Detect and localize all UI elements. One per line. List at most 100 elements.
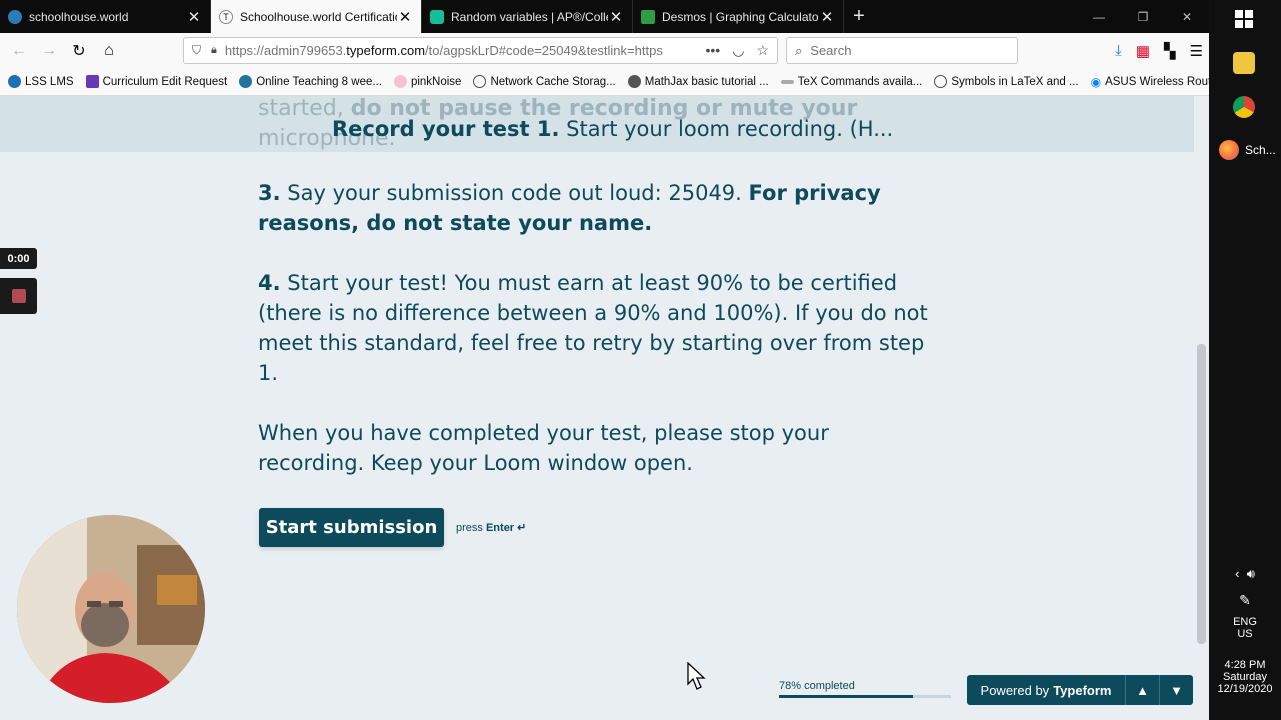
form-icon (85, 75, 99, 88)
desmos-icon (641, 9, 655, 24)
reload-icon[interactable]: ↻ (64, 36, 94, 66)
volume-icon[interactable]: 🔊︎ (1247, 566, 1255, 581)
pen-icon[interactable]: ✎ (1209, 592, 1281, 609)
webcam-bubble[interactable] (17, 515, 205, 703)
lang-label: ENG (1233, 616, 1257, 628)
chrome-icon[interactable] (1233, 96, 1255, 118)
progress-indicator: 78% completed (779, 680, 951, 698)
apps-icon[interactable]: ▚ (1164, 42, 1176, 60)
press-label: press (456, 522, 483, 534)
bookmark-label: LSS LMS (25, 75, 74, 88)
taskbar-firefox[interactable]: Sch... (1219, 140, 1276, 160)
tray-language[interactable]: ENG US (1209, 616, 1281, 640)
tab-bar: schoolhouse.world ✕ T Schoolhouse.world … (0, 0, 1209, 33)
close-window-icon[interactable]: ✕ (1165, 0, 1209, 33)
faded-text: started, (258, 96, 344, 121)
url-text[interactable]: https://admin799653.typeform.com/to/agps… (225, 43, 675, 58)
progress-fill (779, 695, 914, 698)
search-placeholder: Search (810, 43, 852, 58)
scrollbar[interactable] (1194, 96, 1209, 720)
pocket-icon[interactable]: ◡ (732, 42, 744, 59)
toolbar-right: ⤓ ▦ ▚ ☰ (1115, 37, 1203, 64)
step-text: Start your test! You must earn at least … (258, 271, 928, 385)
forward-icon[interactable]: → (34, 36, 64, 66)
bookmark-label: MathJax basic tutorial ... (644, 75, 769, 88)
tab-schoolhouse[interactable]: schoolhouse.world ✕ (0, 0, 211, 33)
chevron-down-icon[interactable]: ▼ (1159, 675, 1193, 705)
step-number: 4. (258, 271, 281, 295)
loom-timer: 0:00 (0, 248, 37, 269)
tray-clock[interactable]: 4:28 PM Saturday 12/19/2020 (1209, 659, 1281, 695)
typeform-brand: Typeform (1053, 682, 1112, 698)
chevron-up-icon[interactable]: ▲ (1125, 675, 1159, 705)
bookmark-label: Online Teaching 8 wee... (256, 75, 382, 88)
tab-title: Random variables | AP®/College (451, 9, 608, 24)
bookmark-item[interactable]: ◉ ASUS Wireless Router (1091, 75, 1222, 89)
windows-start-icon[interactable] (1235, 10, 1253, 28)
more-icon[interactable]: ••• (706, 42, 721, 59)
clock-day: Saturday (1222, 671, 1268, 683)
restore-icon[interactable]: ❐ (1121, 0, 1165, 33)
url-bar[interactable]: ⛉ 🔒︎ https://admin799653.typeform.com/to… (183, 37, 778, 64)
bookmark-label: ASUS Wireless Router (1105, 75, 1222, 88)
webcam-person-image (17, 515, 205, 703)
bookmark-item[interactable]: Curriculum Edit Request (85, 75, 228, 88)
loom-stop-button[interactable] (0, 278, 37, 314)
tray-icons: ‹ 🔊︎ (1209, 566, 1281, 582)
download-icon[interactable]: ⤓ (1115, 42, 1122, 59)
current-question[interactable]: Record your test 1. Start your loom reco… (332, 117, 893, 141)
close-icon[interactable]: ✕ (397, 8, 413, 26)
home-icon[interactable]: ⌂ (94, 36, 124, 66)
bookmark-item[interactable]: TeX Commands availa... (780, 76, 922, 88)
globe-icon (934, 75, 948, 88)
step-4: 4. Start your test! You must earn at lea… (258, 268, 928, 388)
tex-icon (780, 79, 794, 84)
new-tab-button[interactable]: + (844, 0, 874, 33)
stop-icon (11, 289, 26, 303)
step-number: 3. (258, 181, 281, 205)
start-submission-button[interactable]: Start submission (259, 508, 444, 547)
close-icon[interactable]: ✕ (819, 8, 835, 26)
url-tools: ••• ◡ ☆ (706, 42, 770, 59)
file-explorer-icon[interactable] (1233, 52, 1255, 74)
gear-icon (627, 75, 641, 88)
powered-by-link[interactable]: Powered by Typeform (967, 675, 1125, 705)
wordpress-icon (239, 75, 253, 88)
progress-track (779, 695, 951, 698)
menu-icon[interactable]: ☰ (1190, 42, 1203, 60)
window-controls: — ❐ ✕ (1077, 0, 1209, 33)
bookmark-label: Curriculum Edit Request (102, 75, 228, 88)
wifi-icon: ◉ (1090, 74, 1102, 89)
nav-bar: ← → ↻ ⌂ ⛉ 🔒︎ https://admin799653.typefor… (0, 33, 1209, 68)
closing-text: When you have completed your test, pleas… (258, 421, 829, 475)
khan-academy-icon (430, 9, 444, 24)
bookmark-item[interactable]: Network Cache Storag... (473, 75, 616, 88)
back-icon[interactable]: ← (4, 36, 34, 66)
star-icon[interactable]: ☆ (756, 42, 769, 59)
tab-certification[interactable]: T Schoolhouse.world Certification ✕ (211, 0, 422, 33)
bookmark-item[interactable]: LSS LMS (8, 75, 74, 88)
tab-random-variables[interactable]: Random variables | AP®/College ✕ (422, 0, 633, 33)
instructions: 3. Say your submission code out loud: 25… (258, 178, 928, 508)
bookmark-item[interactable]: MathJax basic tutorial ... (627, 75, 769, 88)
bookmark-label: Symbols in LaTeX and ... (951, 75, 1079, 88)
step-text: Say your submission code out loud: 25049… (287, 181, 742, 205)
search-input[interactable]: ⌕ Search (786, 37, 1018, 64)
extension-icon[interactable]: ▦ (1136, 42, 1150, 60)
chevron-left-icon[interactable]: ‹ (1235, 566, 1239, 581)
question-text: Start your loom recording. (H... (566, 117, 894, 141)
lock-icon[interactable]: 🔒︎ (211, 44, 217, 57)
bookmark-item[interactable]: Symbols in LaTeX and ... (934, 75, 1079, 88)
shield-icon[interactable]: ⛉ (192, 43, 201, 58)
bookmark-label: Network Cache Storag... (490, 75, 616, 88)
close-icon[interactable]: ✕ (186, 8, 202, 26)
url-domain: typeform.com (346, 43, 426, 58)
tab-desmos[interactable]: Desmos | Graphing Calculator ✕ (633, 0, 844, 33)
scrollbar-thumb[interactable] (1197, 344, 1206, 644)
close-icon[interactable]: ✕ (608, 8, 624, 26)
bookmark-item[interactable]: pinkNoise (393, 75, 462, 88)
bookmark-item[interactable]: Online Teaching 8 wee... (239, 75, 382, 88)
url-rest: /to/agpskLrD#code=25049&testlink=https (425, 43, 663, 58)
minimize-icon[interactable]: — (1077, 0, 1121, 33)
bookmark-label: pinkNoise (410, 75, 462, 88)
